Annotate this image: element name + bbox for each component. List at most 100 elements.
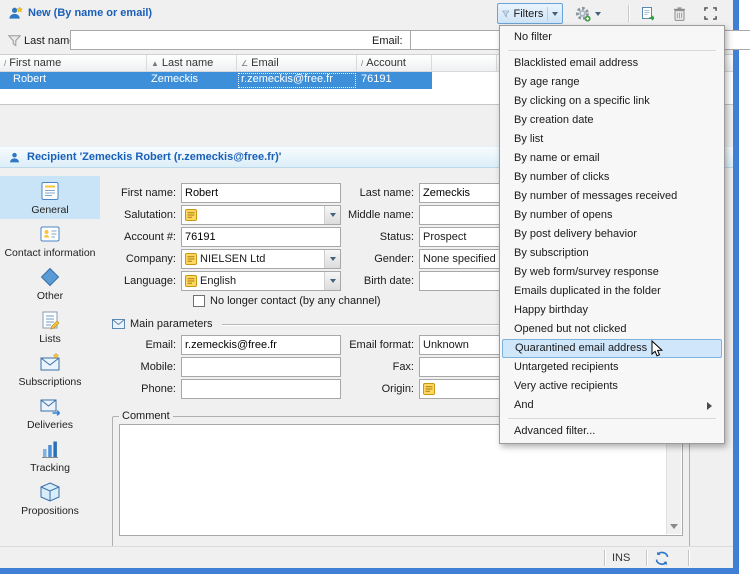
menu-item-no-filter[interactable]: No filter	[502, 28, 722, 47]
note-icon	[185, 209, 197, 221]
origin-label: Origin:	[381, 383, 414, 395]
chevron-down-icon[interactable]	[324, 272, 340, 290]
ins-indicator: INS	[612, 552, 631, 564]
phone-label: Phone:	[141, 383, 176, 395]
filter-funnel-icon	[8, 35, 21, 47]
chevron-down-icon[interactable]	[324, 206, 340, 224]
fax-label: Fax:	[392, 361, 414, 373]
language-value: English	[200, 275, 237, 287]
filter-settings-button[interactable]	[567, 3, 609, 24]
cell-email[interactable]: r.zemeckis@free.fr	[237, 72, 357, 89]
no-longer-contact-label: No longer contact (by any channel)	[210, 295, 381, 307]
company-select[interactable]: NIELSEN Ltd	[181, 249, 341, 269]
subscriptions-envelope-icon	[40, 352, 60, 370]
cell-last-name[interactable]: Zemeckis	[147, 72, 237, 89]
middle-name-label: Middle name:	[347, 209, 414, 221]
column-label: First name	[9, 57, 62, 69]
sidebar-item-tracking[interactable]: Tracking	[0, 434, 100, 477]
fullscreen-button[interactable]	[697, 3, 723, 24]
view-title-text: New (By name or email)	[28, 7, 153, 19]
menu-item-by-post-delivery-behavior[interactable]: By post delivery behavior	[502, 225, 722, 244]
menu-item-untargeted-recipients[interactable]: Untargeted recipients	[502, 358, 722, 377]
email-label: Email:	[145, 339, 176, 351]
menu-item-by-list[interactable]: By list	[502, 130, 722, 149]
delete-button[interactable]	[666, 3, 692, 24]
cell-account[interactable]: 76191	[357, 72, 432, 89]
menu-item-very-active-recipients[interactable]: Very active recipients	[502, 377, 722, 396]
menu-item-and[interactable]: And	[502, 396, 722, 415]
sync-icon[interactable]	[654, 551, 670, 566]
sidebar-item-other[interactable]: Other	[0, 262, 100, 305]
column-header-account[interactable]: / Account	[357, 55, 432, 71]
first-name-field[interactable]	[181, 183, 341, 203]
mobile-field[interactable]	[181, 357, 341, 377]
menu-item-by-number-of-clicks[interactable]: By number of clicks	[502, 168, 722, 187]
menu-item-quarantined-email-address[interactable]: Quarantined email address	[502, 339, 722, 358]
account-number-field[interactable]	[181, 227, 341, 247]
filters-button[interactable]: Filters	[497, 3, 563, 24]
contact-card-icon	[40, 226, 60, 241]
menu-item-by-name-or-email[interactable]: By name or email	[502, 149, 722, 168]
sidebar-item-contact-information[interactable]: Contact information	[0, 219, 100, 262]
phone-field[interactable]	[181, 379, 341, 399]
menu-item-emails-duplicated-in-the-folder[interactable]: Emails duplicated in the folder	[502, 282, 722, 301]
email-field[interactable]	[181, 335, 341, 355]
chevron-down-icon	[552, 11, 558, 16]
salutation-select[interactable]	[181, 205, 341, 225]
submenu-arrow-icon	[707, 401, 712, 410]
sidebar-item-subscriptions[interactable]: Subscriptions	[0, 348, 100, 391]
column-header-email[interactable]: ∠ Email	[237, 55, 357, 71]
menu-item-by-clicking-on-a-specific-link[interactable]: By clicking on a specific link	[502, 92, 722, 111]
detail-sidebar: General Contact information Other Lists …	[0, 168, 100, 546]
sort-ascending-icon: ▲	[151, 58, 159, 68]
export-button[interactable]	[636, 3, 662, 24]
cell-empty	[432, 72, 497, 89]
column-label: Account	[366, 57, 406, 69]
comment-legend: Comment	[122, 410, 170, 422]
status-separator	[604, 550, 606, 566]
menu-item-happy-birthday[interactable]: Happy birthday	[502, 301, 722, 320]
no-longer-contact-checkbox[interactable]	[193, 295, 205, 307]
expand-icon	[703, 7, 717, 20]
cell-first-name[interactable]: Robert	[0, 72, 147, 89]
email-format-value: Unknown	[423, 339, 469, 351]
sidebar-item-label: General	[31, 203, 69, 216]
export-icon	[642, 6, 655, 21]
status-separator	[688, 550, 690, 566]
menu-separator	[508, 418, 716, 419]
note-icon	[423, 383, 435, 395]
sidebar-item-label: Deliveries	[26, 418, 74, 431]
menu-item-opened-but-not-clicked[interactable]: Opened but not clicked	[502, 320, 722, 339]
menu-item-advanced-filter[interactable]: Advanced filter...	[502, 422, 722, 441]
column-header-first-name[interactable]: / First name	[0, 55, 147, 71]
sidebar-item-general[interactable]: General	[0, 176, 100, 219]
column-header-last-name[interactable]: ▲ Last name	[147, 55, 237, 71]
menu-item-by-web-form-survey-response[interactable]: By web form/survey response	[502, 263, 722, 282]
chevron-down-icon[interactable]	[324, 250, 340, 268]
propositions-box-icon	[40, 481, 60, 502]
note-icon	[185, 275, 197, 287]
menu-item-label: And	[514, 399, 534, 411]
menu-separator	[508, 50, 716, 51]
menu-item-by-number-of-messages-received[interactable]: By number of messages received	[502, 187, 722, 206]
menu-item-by-age-range[interactable]: By age range	[502, 73, 722, 92]
menu-item-by-subscription[interactable]: By subscription	[502, 244, 722, 263]
filters-button-label: Filters	[513, 7, 544, 20]
view-title: New (By name or email)	[8, 6, 152, 20]
sidebar-item-lists[interactable]: Lists	[0, 305, 100, 348]
tracking-chart-icon	[42, 441, 58, 458]
scroll-down-icon[interactable]	[670, 524, 678, 529]
sidebar-item-label: Other	[36, 289, 64, 302]
account-number-label: Account #:	[124, 231, 176, 243]
sidebar-item-deliveries[interactable]: Deliveries	[0, 391, 100, 434]
sidebar-item-propositions[interactable]: Propositions	[0, 477, 100, 520]
status-label: Status:	[379, 231, 414, 243]
toolbar-separator	[628, 5, 630, 22]
menu-item-by-creation-date[interactable]: By creation date	[502, 111, 722, 130]
menu-item-blacklisted-email-address[interactable]: Blacklisted email address	[502, 54, 722, 73]
language-select[interactable]: English	[181, 271, 341, 291]
column-header-empty	[432, 55, 497, 71]
sidebar-item-label: Tracking	[30, 461, 70, 474]
language-label: Language:	[124, 275, 176, 287]
menu-item-by-number-of-opens[interactable]: By number of opens	[502, 206, 722, 225]
